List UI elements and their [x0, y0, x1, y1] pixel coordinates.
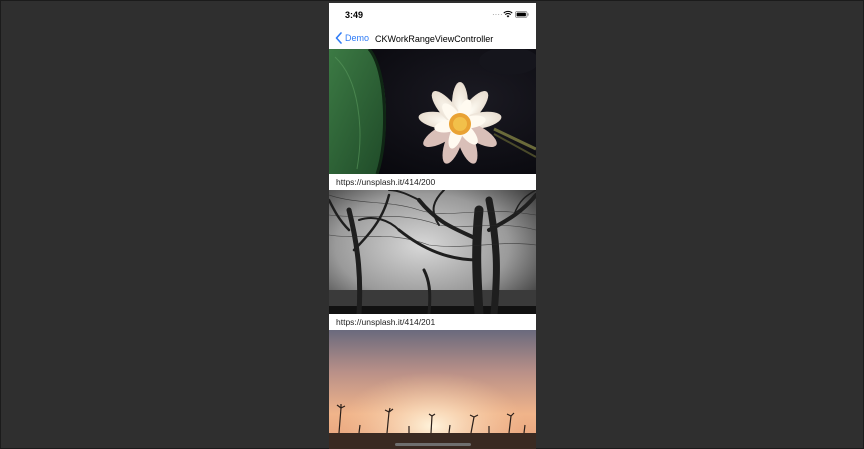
photo-trees[interactable]	[329, 190, 536, 314]
chevron-left-icon	[335, 32, 342, 44]
back-button-label: Demo	[345, 33, 370, 43]
image-caption: https://unsplash.it/414/201	[329, 314, 536, 330]
image-caption: https://unsplash.it/414/200	[329, 174, 536, 190]
black-and-white-trees-image	[329, 190, 536, 314]
navigation-bar: Demo CKWorkRangeViewController	[329, 29, 536, 49]
navigation-title: CKWorkRangeViewController	[375, 34, 494, 44]
feed-list[interactable]: https://unsplash.it/414/200 https://unsp…	[329, 49, 536, 449]
status-time: 3:49	[345, 10, 364, 20]
photo-sunset[interactable]	[329, 330, 536, 449]
battery-icon	[515, 11, 529, 18]
back-button[interactable]: Demo	[335, 32, 369, 44]
signal-icon: ····	[492, 10, 503, 19]
status-bar: 3:49 ····	[329, 3, 536, 29]
water-lily-image	[329, 49, 536, 174]
wifi-icon	[503, 10, 513, 18]
sunset-palms-image	[329, 330, 536, 449]
home-indicator	[395, 443, 471, 446]
photo-water-lily[interactable]	[329, 49, 536, 174]
phone-screen: 3:49 ···· Demo CKWorkRangeViewController	[329, 3, 536, 449]
